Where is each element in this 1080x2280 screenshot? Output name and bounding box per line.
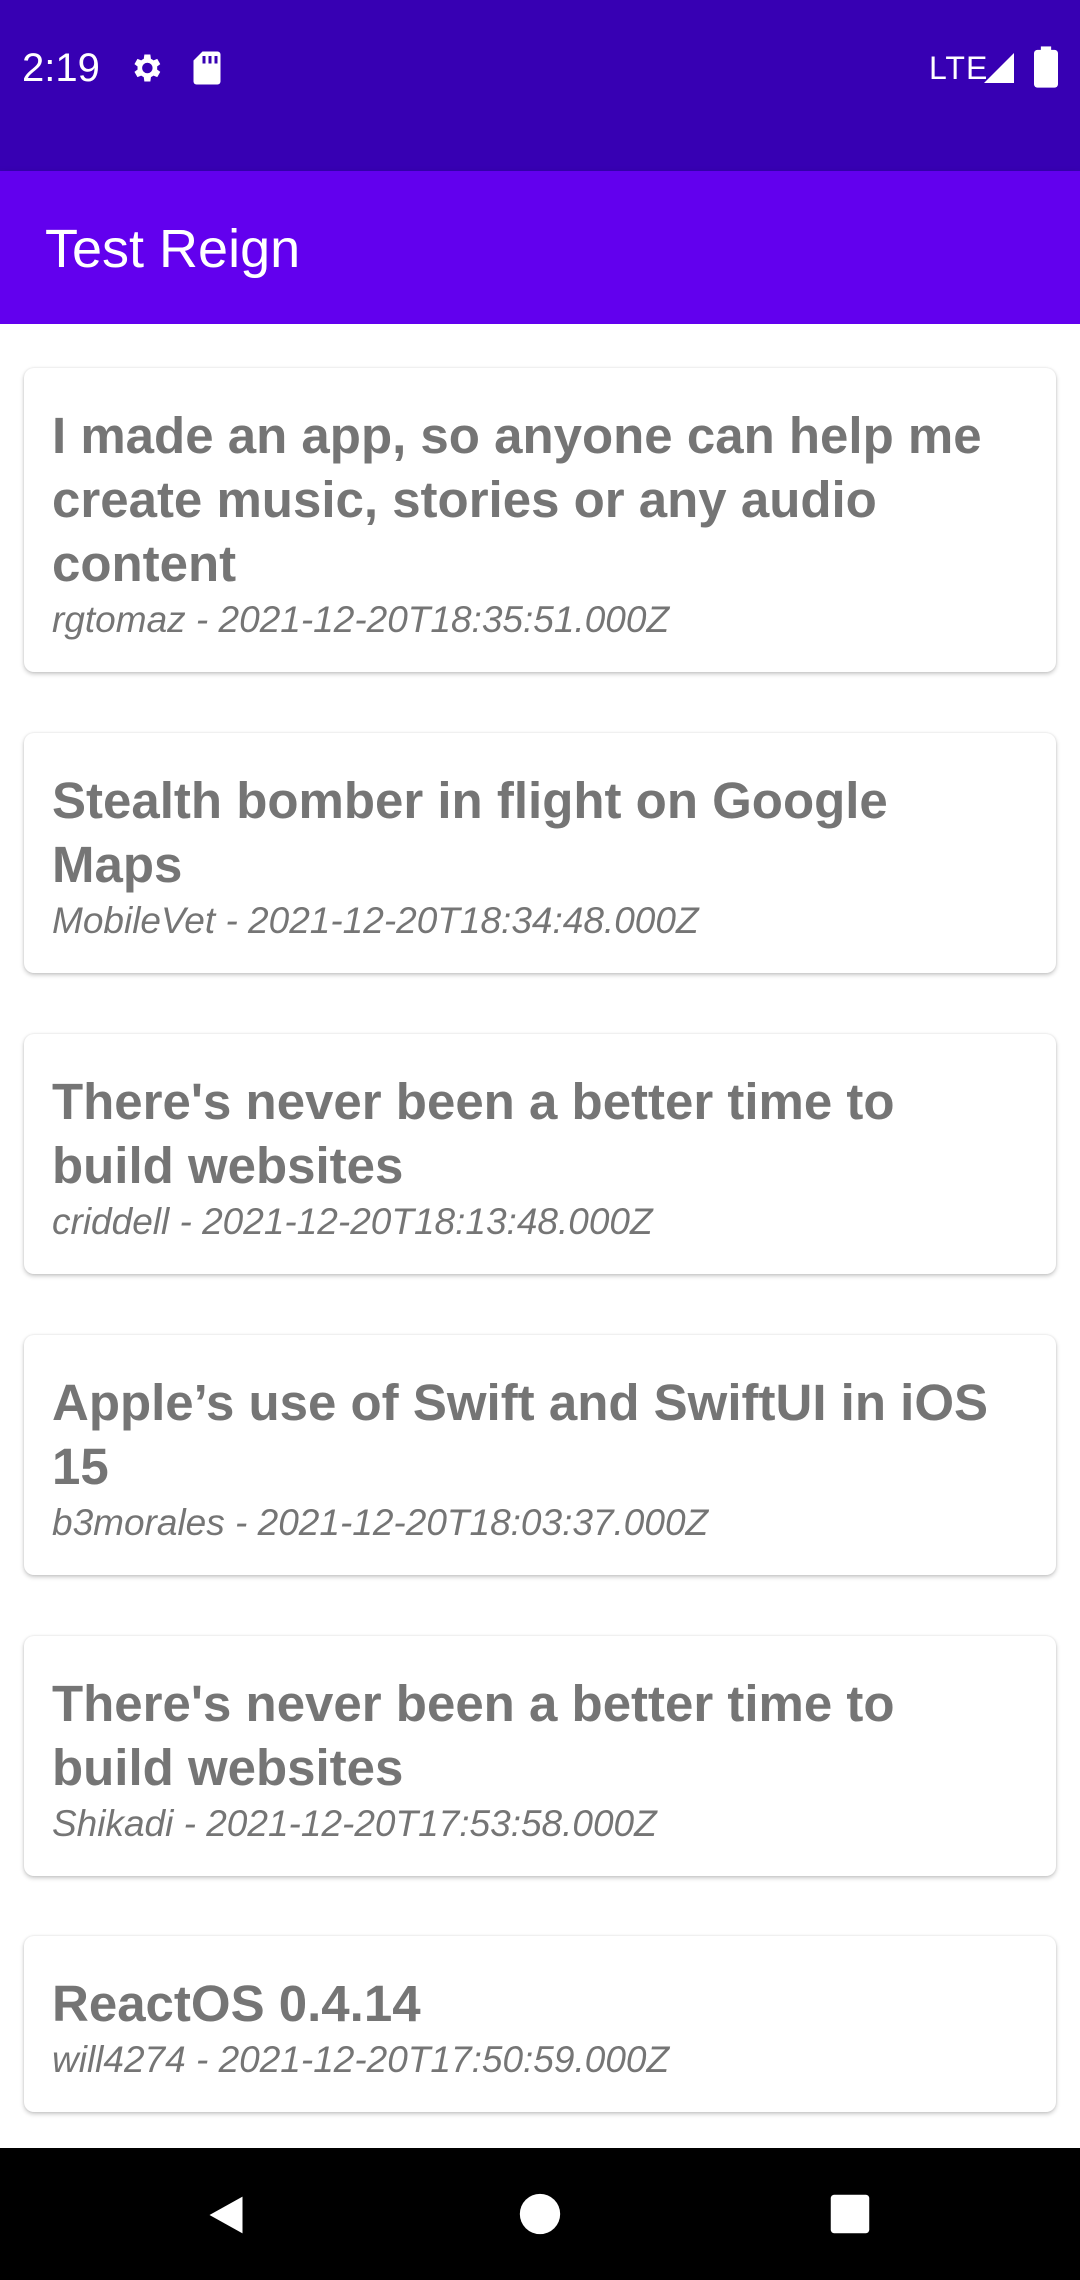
story-meta: Shikadi - 2021-12-20T17:53:58.000Z (52, 1803, 657, 1844)
sd-card-icon (193, 51, 221, 85)
page-title: Test Reign (45, 219, 301, 279)
story-card[interactable]: I made an app, so anyone can help me cre… (24, 368, 1056, 672)
story-meta: criddell - 2021-12-20T18:13:48.000Z (52, 1201, 653, 1242)
story-card[interactable]: ReactOS 0.4.14 will4274 - 2021-12-20T17:… (24, 1936, 1056, 2112)
battery-icon (1034, 46, 1058, 88)
story-card[interactable]: Apple’s use of Swift and SwiftUI in iOS … (24, 1335, 1056, 1575)
story-title: There's never been a better time to buil… (52, 1073, 895, 1194)
story-card[interactable]: There's never been a better time to buil… (24, 1636, 1056, 1876)
story-list[interactable]: I made an app, so anyone can help me cre… (0, 324, 1080, 2148)
story-meta: will4274 - 2021-12-20T17:50:59.000Z (52, 2039, 670, 2080)
story-title: Apple’s use of Swift and SwiftUI in iOS … (52, 1374, 989, 1495)
recents-icon[interactable] (829, 2193, 871, 2235)
app-bar: Test Reign (0, 171, 1080, 324)
story-card[interactable]: Stealth bomber in flight on Google Maps … (24, 733, 1056, 973)
story-meta: MobileVet - 2021-12-20T18:34:48.000Z (52, 900, 699, 941)
story-meta: b3morales - 2021-12-20T18:03:37.000Z (52, 1502, 709, 1543)
signal-icon (984, 53, 1014, 83)
status-bar: 2:19 LTE (0, 0, 1080, 171)
story-title: I made an app, so anyone can help me cre… (52, 407, 982, 592)
status-time: 2:19 (22, 46, 100, 90)
home-icon[interactable] (518, 2192, 562, 2236)
gear-icon (134, 54, 161, 82)
story-title: ReactOS 0.4.14 (52, 1975, 421, 2032)
back-icon[interactable] (204, 2192, 248, 2238)
story-title: Stealth bomber in flight on Google Maps (52, 772, 888, 893)
story-title: There's never been a better time to buil… (52, 1675, 895, 1796)
navigation-bar (0, 2148, 1080, 2280)
story-meta: rgtomaz - 2021-12-20T18:35:51.000Z (52, 599, 670, 640)
story-card[interactable]: There's never been a better time to buil… (24, 1034, 1056, 1274)
